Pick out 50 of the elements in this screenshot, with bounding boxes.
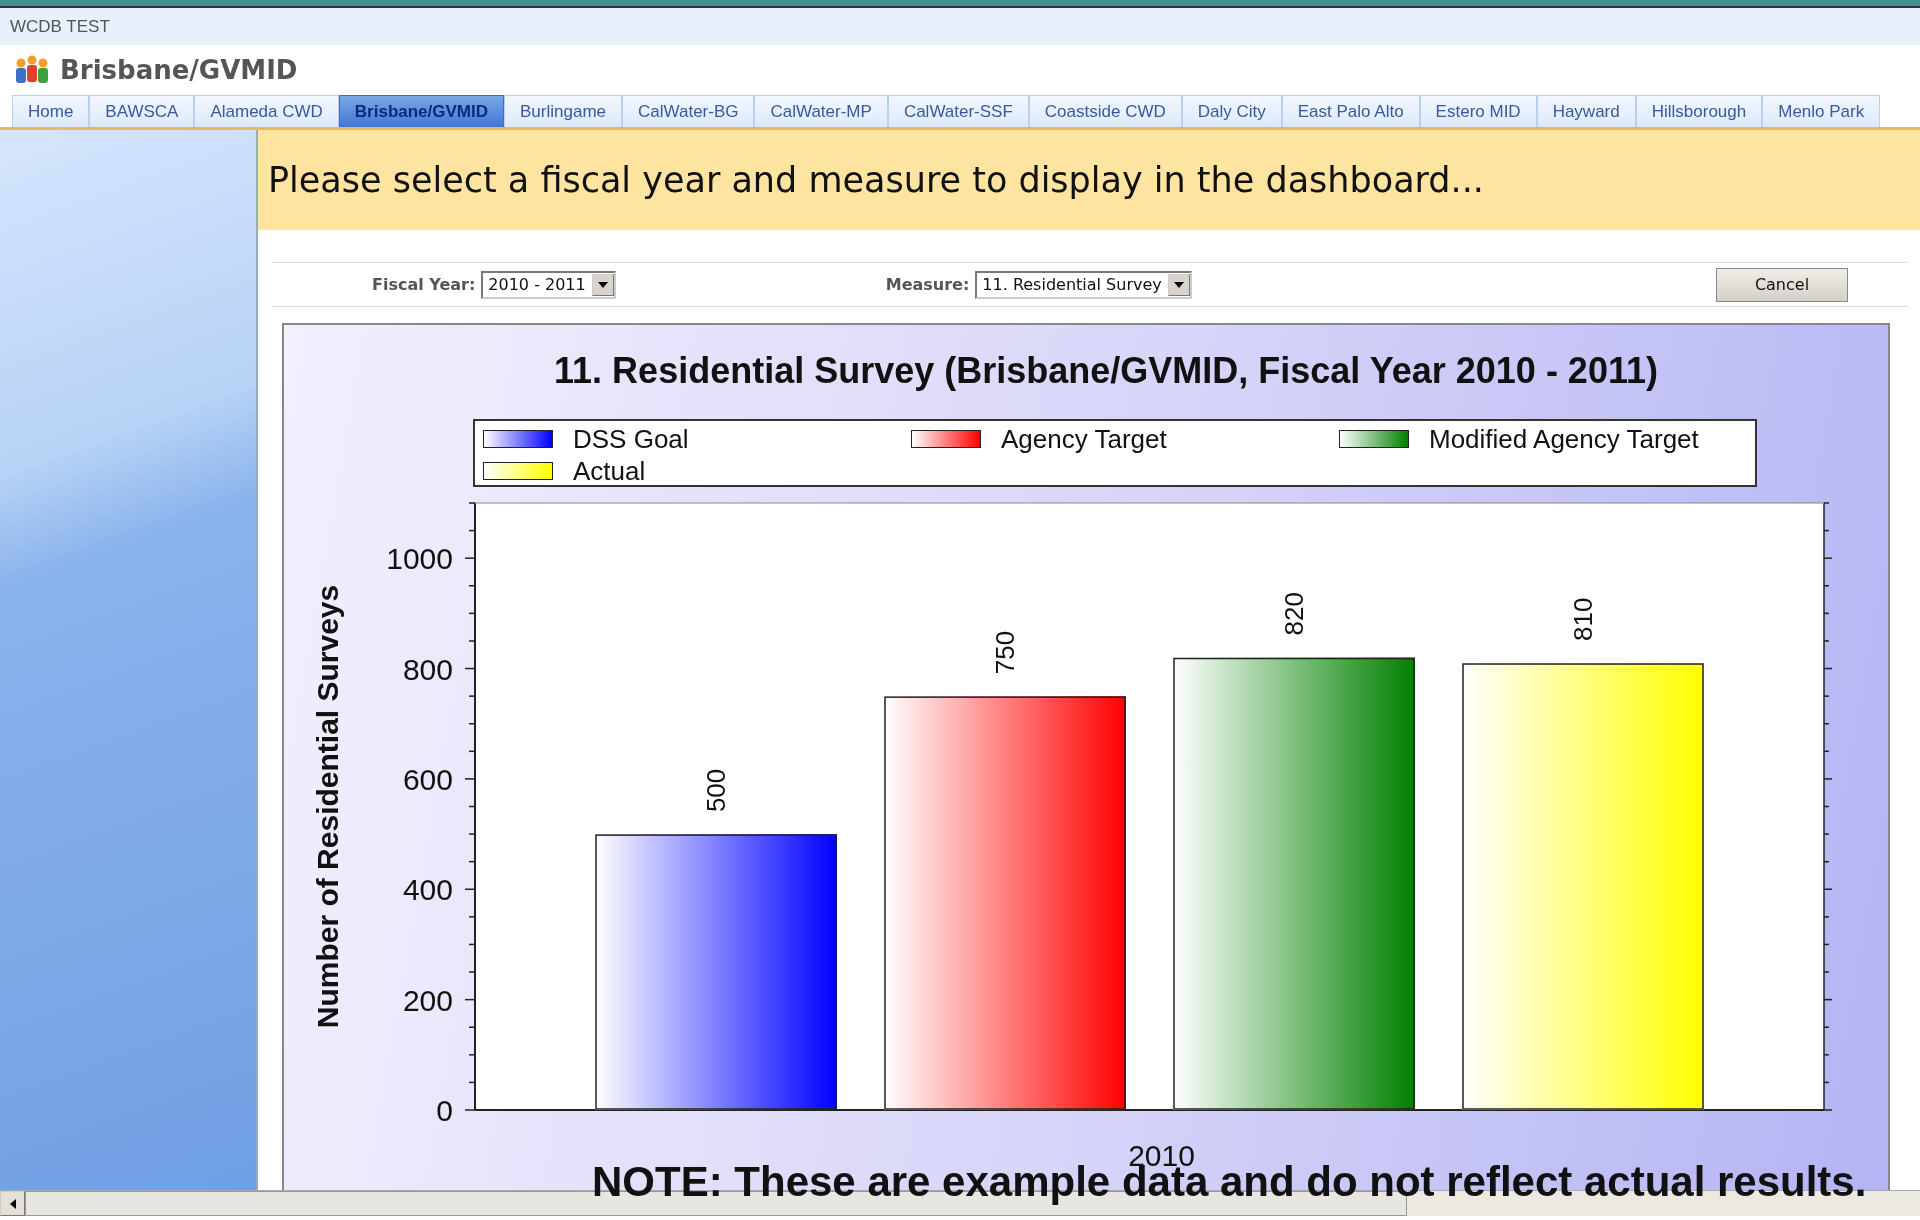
- dropdown-button[interactable]: [591, 273, 614, 296]
- legend-label: DSS Goal: [573, 423, 689, 455]
- tab[interactable]: CalWater-BG: [622, 95, 755, 127]
- cancel-button[interactable]: Cancel: [1716, 267, 1848, 302]
- y-tick-label: 0: [436, 1094, 453, 1127]
- legend-swatch: [1339, 430, 1409, 448]
- legend-swatch: [483, 462, 553, 480]
- tab[interactable]: Hayward: [1536, 95, 1636, 127]
- tab[interactable]: CalWater-SSF: [887, 95, 1029, 127]
- fiscal-year-label: Fiscal Year:: [372, 275, 476, 294]
- y-tick-label: 1000: [386, 542, 453, 576]
- tab[interactable]: BAWSCA: [89, 95, 195, 127]
- tab[interactable]: East Palo Alto: [1281, 95, 1420, 127]
- data-label: 500: [701, 768, 731, 813]
- tab[interactable]: Burlingame: [504, 95, 623, 127]
- tab[interactable]: Hillsborough: [1635, 95, 1763, 127]
- legend-label: Modified Agency Target: [1429, 423, 1699, 455]
- tab[interactable]: Alameda CWD: [194, 95, 339, 127]
- tab[interactable]: Brisbane/GVMID: [338, 95, 505, 127]
- left-arrow-icon: [9, 1198, 16, 1209]
- instruction-banner: Please select a fiscal year and measure to display in the dashboard...: [258, 130, 1920, 230]
- data-label: 810: [1568, 597, 1598, 642]
- people-icon: [14, 54, 50, 86]
- data-label: 750: [990, 630, 1020, 675]
- y-tick-label: 800: [402, 652, 453, 686]
- tab[interactable]: Home: [12, 95, 90, 127]
- fiscal-year-dropdown[interactable]: 2010 - 2011: [481, 270, 616, 299]
- y-tick-label: 400: [402, 873, 453, 907]
- measure-label: Measure:: [885, 275, 970, 294]
- window-title: WCDB TEST: [0, 8, 1920, 45]
- tab[interactable]: Coastside CWD: [1028, 95, 1182, 127]
- scroll-left-button[interactable]: [0, 1191, 25, 1216]
- measure-dropdown[interactable]: 11. Residential Survey: [975, 270, 1192, 299]
- legend-label: Actual: [573, 455, 646, 487]
- tab[interactable]: Menlo Park: [1762, 95, 1881, 127]
- y-tick-label: 600: [402, 762, 453, 796]
- data-label: 820: [1279, 592, 1309, 636]
- tab[interactable]: CalWater-MP: [754, 95, 888, 127]
- legend-label: Agency Target: [1001, 423, 1167, 455]
- caret-icon: [597, 281, 608, 288]
- caret-icon: [1173, 281, 1184, 288]
- y-axis-label: Number of Residential Surveys: [311, 584, 344, 1029]
- page-title: Brisbane/GVMID: [60, 55, 298, 85]
- chart-title: 11. Residential Survey (Brisbane/GVMID, Fiscal Year 2010 - 2011): [553, 349, 1659, 393]
- tab[interactable]: Estero MID: [1419, 95, 1537, 127]
- dropdown-button[interactable]: [1167, 273, 1190, 296]
- tab[interactable]: Daly City: [1181, 95, 1282, 127]
- y-tick-label: 200: [402, 983, 453, 1017]
- legend-swatch: [911, 430, 981, 448]
- legend-swatch: [483, 430, 553, 448]
